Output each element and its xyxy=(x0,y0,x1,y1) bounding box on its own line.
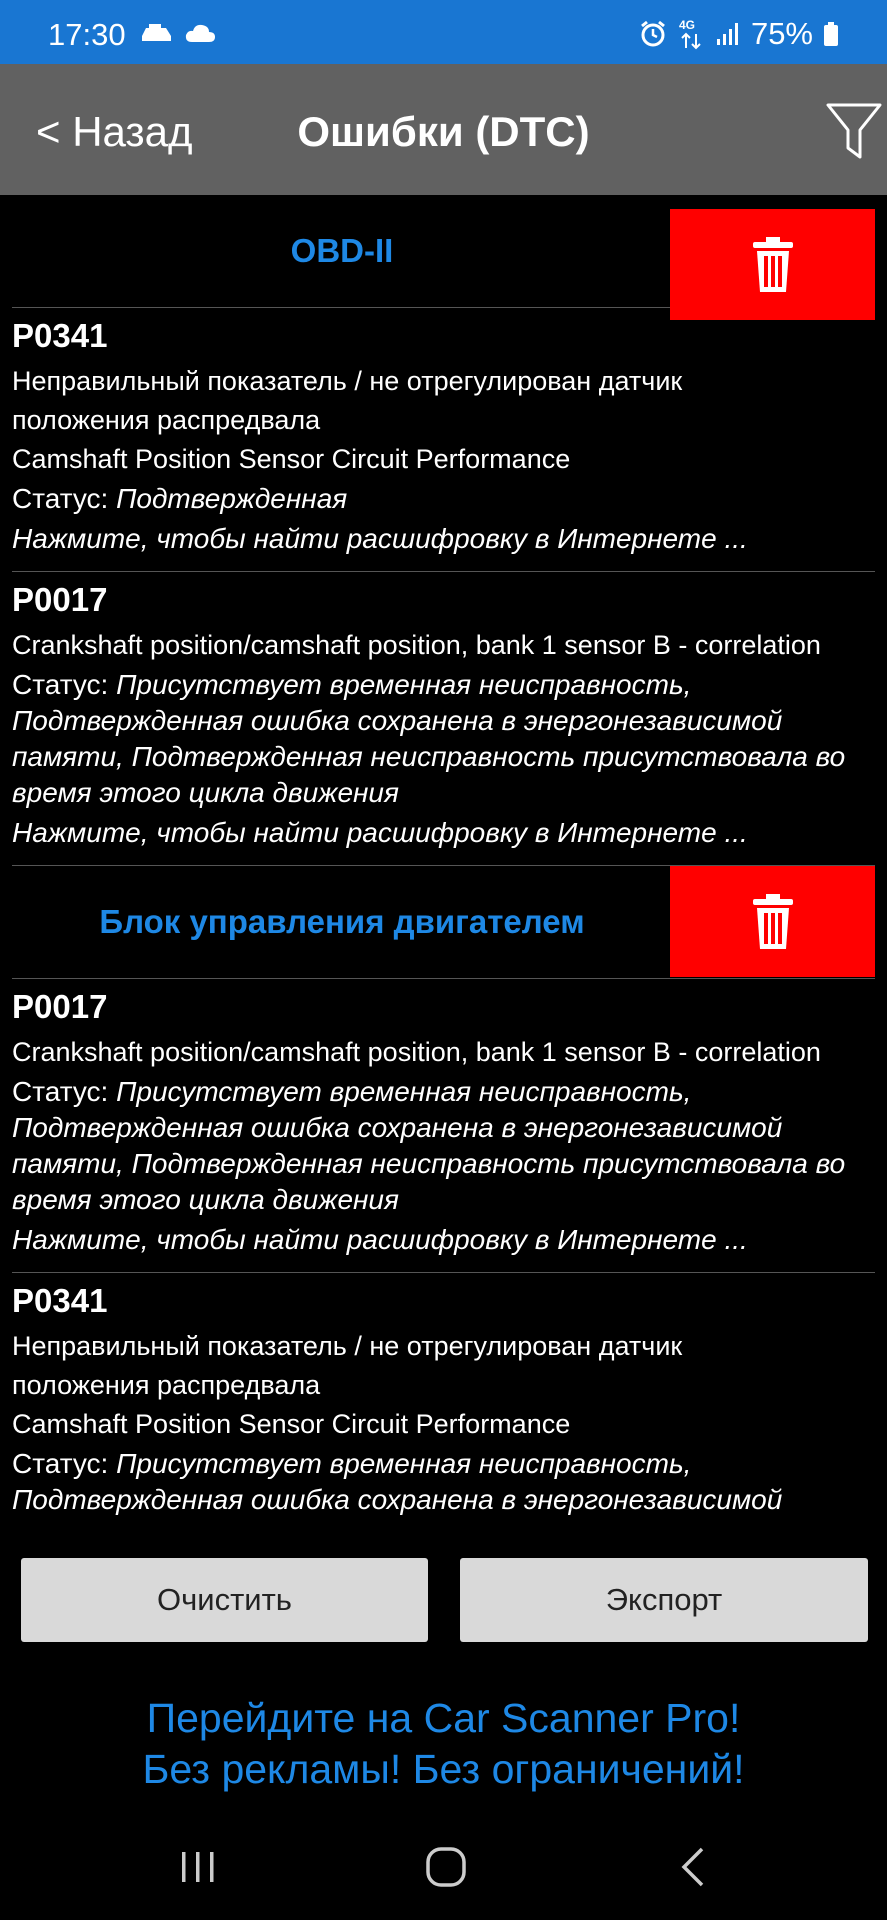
dtc-code: P0017 xyxy=(12,581,108,618)
dtc-status: Статус: Присутствует временная неисправн… xyxy=(12,1446,875,1517)
status-label: Статус: xyxy=(12,1076,117,1107)
dtc-code: P0341 xyxy=(12,1282,108,1319)
home-icon[interactable] xyxy=(416,1842,476,1892)
section-title: Блок управления двигателем xyxy=(99,903,585,940)
status-left-icons xyxy=(140,22,216,44)
dtc-item[interactable]: P0017 Crankshaft position/camshaft posit… xyxy=(12,572,875,866)
dtc-item[interactable]: P0017 Crankshaft position/camshaft posit… xyxy=(12,979,875,1273)
delete-section-button[interactable] xyxy=(670,866,875,977)
dtc-item[interactable]: P0341 Неправильный показатель / не отрег… xyxy=(12,308,875,572)
app-header: < Назад Ошибки (DTC) xyxy=(0,64,887,195)
system-nav-bar xyxy=(0,1820,887,1920)
search-online-link[interactable]: Нажмите, чтобы найти расшифровку в Интер… xyxy=(12,521,875,557)
recent-apps-icon[interactable] xyxy=(168,1842,228,1892)
dtc-status: Статус: Присутствует временная неисправн… xyxy=(12,667,875,811)
status-label: Статус: xyxy=(12,483,117,514)
back-button[interactable]: < Назад xyxy=(36,108,193,156)
dtc-list[interactable]: OBD-II P0341 Неправильный показатель / н… xyxy=(0,195,887,1517)
export-button[interactable]: Экспорт xyxy=(460,1558,868,1642)
network-indicator: 4G xyxy=(677,18,705,50)
dtc-code: P0017 xyxy=(12,988,108,1025)
section-header-engine: Блок управления двигателем xyxy=(12,866,875,979)
search-online-link[interactable]: Нажмите, чтобы найти расшифровку в Интер… xyxy=(12,815,875,851)
status-value: Присутствует временная неисправность, По… xyxy=(12,1448,783,1515)
dtc-desc-line: Неправильный показатель / не отрегулиров… xyxy=(12,366,683,396)
status-bar: 17:30 4G 75% xyxy=(0,0,887,64)
dtc-desc-line: положения распредвала xyxy=(12,1370,321,1400)
promo-line-1: Перейдите на Car Scanner Pro! xyxy=(146,1695,741,1741)
alarm-icon xyxy=(641,20,665,47)
trash-icon xyxy=(752,236,793,292)
status-value: Присутствует временная неисправность, По… xyxy=(12,1076,846,1215)
section-header-obd2: OBD-II xyxy=(12,195,875,320)
dtc-desc-line: Неправильный показатель / не отрегулиров… xyxy=(12,1331,683,1361)
status-right: 4G 75% xyxy=(639,14,839,54)
dtc-item[interactable]: P0341 Неправильный показатель / не отрег… xyxy=(12,1273,875,1517)
promo-banner[interactable]: Перейдите на Car Scanner Pro! Без реклам… xyxy=(0,1693,887,1795)
dtc-code: P0341 xyxy=(12,317,108,354)
promo-line-2: Без рекламы! Без ограничений! xyxy=(142,1746,745,1792)
status-value: Подтвержденная xyxy=(116,483,348,514)
cloud-icon xyxy=(186,24,216,42)
dtc-desc-en: Crankshaft position/camshaft position, b… xyxy=(12,630,821,660)
dtc-desc-line: положения распредвала xyxy=(12,405,321,435)
section-title: OBD-II xyxy=(290,232,394,269)
network-arrows-icon xyxy=(681,32,701,50)
dtc-desc-en: Camshaft Position Sensor Circuit Perform… xyxy=(12,444,571,474)
back-nav-icon[interactable] xyxy=(664,1842,724,1892)
car-icon xyxy=(142,24,171,41)
signal-icon xyxy=(716,23,738,45)
dtc-desc-en: Crankshaft position/camshaft position, b… xyxy=(12,1037,821,1067)
battery-percent: 75% xyxy=(750,16,813,51)
status-value: Присутствует временная неисправность, По… xyxy=(12,669,846,808)
status-label: Статус: xyxy=(12,1448,117,1479)
status-time: 17:30 xyxy=(48,17,126,52)
dtc-status: Статус: Присутствует временная неисправн… xyxy=(12,1074,875,1218)
dtc-desc-en: Camshaft Position Sensor Circuit Perform… xyxy=(12,1409,571,1439)
status-label: Статус: xyxy=(12,669,117,700)
clear-button[interactable]: Очистить xyxy=(21,1558,428,1642)
filter-icon[interactable] xyxy=(825,100,883,162)
delete-section-button[interactable] xyxy=(670,209,875,320)
trash-icon xyxy=(752,893,793,949)
network-type: 4G xyxy=(678,18,695,32)
dtc-status: Статус: Подтвержденная xyxy=(12,481,875,517)
search-online-link[interactable]: Нажмите, чтобы найти расшифровку в Интер… xyxy=(12,1222,875,1258)
battery-icon xyxy=(824,22,838,46)
